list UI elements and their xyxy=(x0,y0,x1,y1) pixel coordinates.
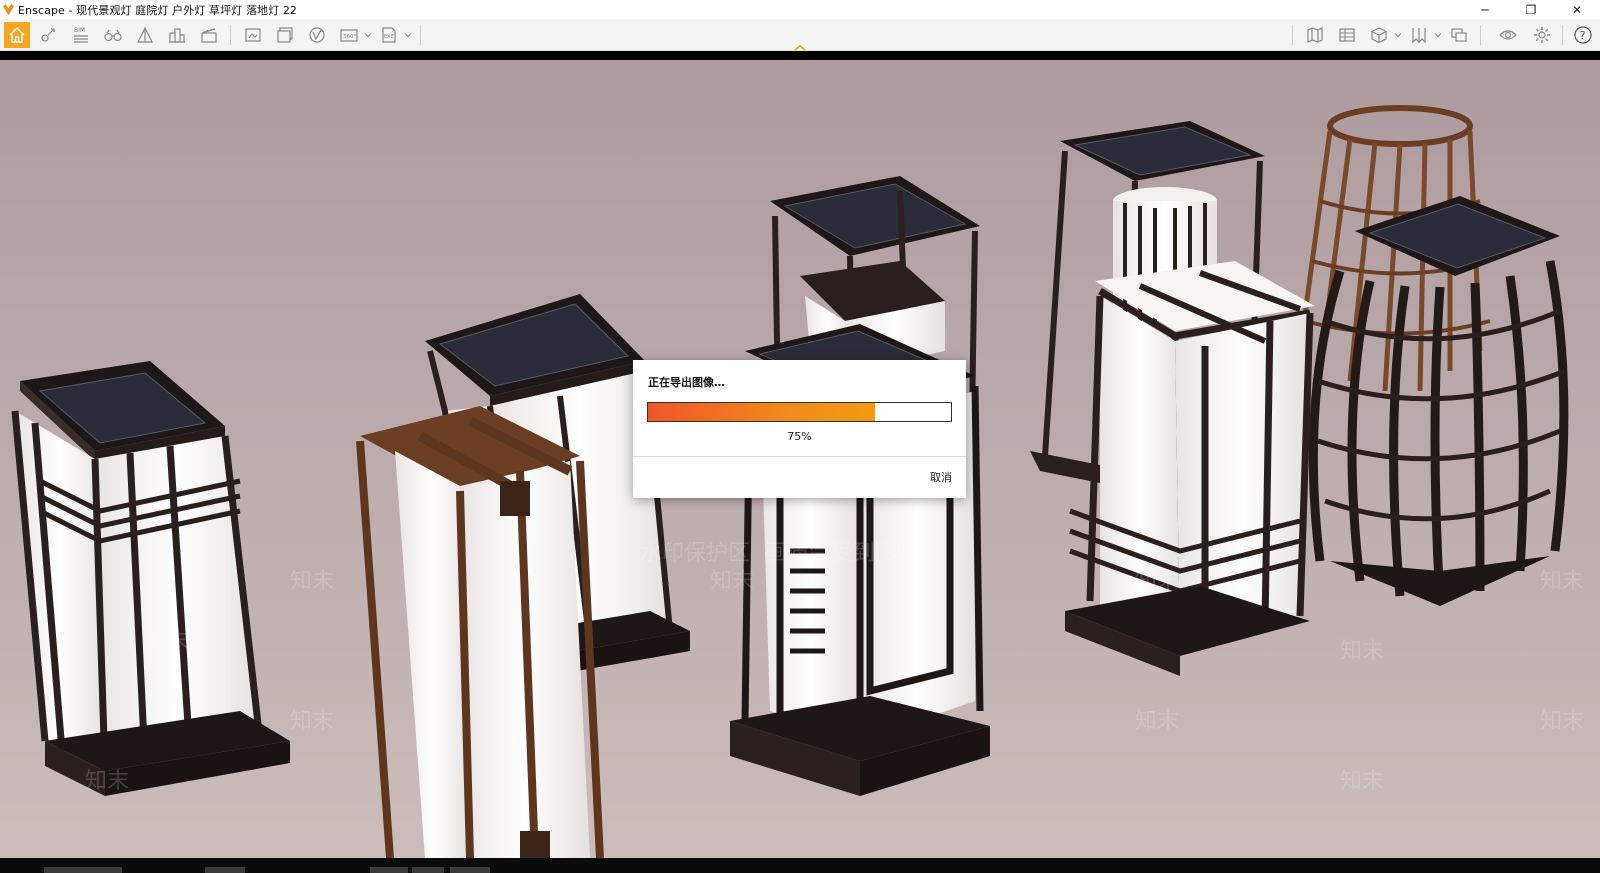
chevron-down-icon[interactable] xyxy=(404,31,412,39)
help-icon: ? xyxy=(1574,26,1592,44)
screenshot-export-button[interactable] xyxy=(240,22,266,48)
cancel-button[interactable]: 取消 xyxy=(930,469,952,485)
main-toolbar: BIM 360° EXE ? xyxy=(0,19,1600,51)
exe-export-icon: EXE xyxy=(382,27,396,43)
bottom-segment xyxy=(44,867,122,873)
exe-export-button[interactable]: EXE xyxy=(376,22,402,48)
window-title: Enscape - 现代景观灯 庭院灯 户外灯 草坪灯 落地灯 22 xyxy=(18,3,298,17)
panorama-360-button[interactable]: 360° xyxy=(336,22,362,48)
bookmarks-icon xyxy=(1412,28,1426,44)
clapper-button[interactable] xyxy=(196,22,222,48)
asset-library-icon xyxy=(1339,28,1355,42)
settings-button[interactable] xyxy=(1529,22,1555,48)
box-view-icon xyxy=(1371,27,1387,44)
bottom-segment xyxy=(370,867,408,873)
svg-text:360°: 360° xyxy=(343,34,356,40)
lantern-front-right xyxy=(1065,261,1315,676)
map-button[interactable] xyxy=(1302,22,1328,48)
screenshot-export-icon xyxy=(245,28,261,42)
bottom-segment xyxy=(412,867,444,873)
panorama-360-icon: 360° xyxy=(340,29,358,42)
bottom-segment xyxy=(205,867,245,873)
toolbar-separator xyxy=(1562,25,1563,45)
collaborate-button[interactable] xyxy=(1446,22,1472,48)
location-button[interactable] xyxy=(36,22,62,48)
minimize-button[interactable]: ─ xyxy=(1462,0,1508,19)
eye-visual-settings-icon xyxy=(1499,30,1517,40)
svg-text:?: ? xyxy=(1580,29,1586,42)
perspective-icon xyxy=(137,26,153,43)
toolbar-separator xyxy=(230,25,231,45)
toolbar-separator xyxy=(1480,25,1481,45)
bottom-segment xyxy=(450,867,490,873)
bim-icon: BIM xyxy=(74,27,88,43)
svg-text:EXE: EXE xyxy=(384,34,394,40)
progress-fill xyxy=(648,403,876,421)
maximize-button[interactable]: ❐ xyxy=(1508,0,1554,19)
gear-icon xyxy=(1534,27,1550,43)
asset-library-button[interactable] xyxy=(1334,22,1360,48)
help-button[interactable]: ? xyxy=(1570,22,1596,48)
home-icon xyxy=(9,27,25,43)
batch-render-button[interactable] xyxy=(272,22,298,48)
close-button[interactable]: ✕ xyxy=(1554,0,1600,19)
collaborate-icon xyxy=(1451,28,1467,42)
clapper-icon xyxy=(201,28,217,43)
chevron-down-icon[interactable] xyxy=(364,31,372,39)
buildings-button[interactable] xyxy=(164,22,190,48)
perspective-button[interactable] xyxy=(132,22,158,48)
visual-settings-button[interactable] xyxy=(1495,22,1521,48)
viewport-top-band xyxy=(0,51,1600,60)
location-pin-icon xyxy=(41,28,55,42)
progress-percent-label: 75% xyxy=(787,430,812,443)
vr-button[interactable] xyxy=(304,22,330,48)
dialog-divider xyxy=(633,456,966,457)
svg-text:BIM: BIM xyxy=(74,27,85,34)
vr-icon xyxy=(309,27,325,43)
toolbar-separator xyxy=(420,25,421,45)
chevron-down-icon[interactable] xyxy=(1394,31,1402,39)
toolbar-separator xyxy=(1292,25,1293,45)
binoculars-icon xyxy=(104,29,122,42)
binoculars-button[interactable] xyxy=(100,22,126,48)
chevron-down-icon[interactable] xyxy=(1434,31,1442,39)
bottom-status-strip xyxy=(0,858,1600,873)
batch-render-icon xyxy=(277,27,293,43)
buildings-icon xyxy=(169,28,185,43)
box-view-button[interactable] xyxy=(1366,22,1392,48)
bim-button[interactable]: BIM xyxy=(68,22,94,48)
export-progress-dialog: 正在导出图像… 75% 取消 xyxy=(633,360,966,498)
home-button[interactable] xyxy=(4,22,30,48)
bookmarks-button[interactable] xyxy=(1406,22,1432,48)
export-progress-bar xyxy=(647,402,952,422)
title-bar: Enscape - 现代景观灯 庭院灯 户外灯 草坪灯 落地灯 22 ─ ❐ ✕ xyxy=(0,0,1600,19)
window-controls: ─ ❐ ✕ xyxy=(1462,0,1600,19)
dialog-title: 正在导出图像… xyxy=(648,376,725,389)
enscape-logo-icon xyxy=(3,4,14,15)
map-icon xyxy=(1307,27,1323,43)
